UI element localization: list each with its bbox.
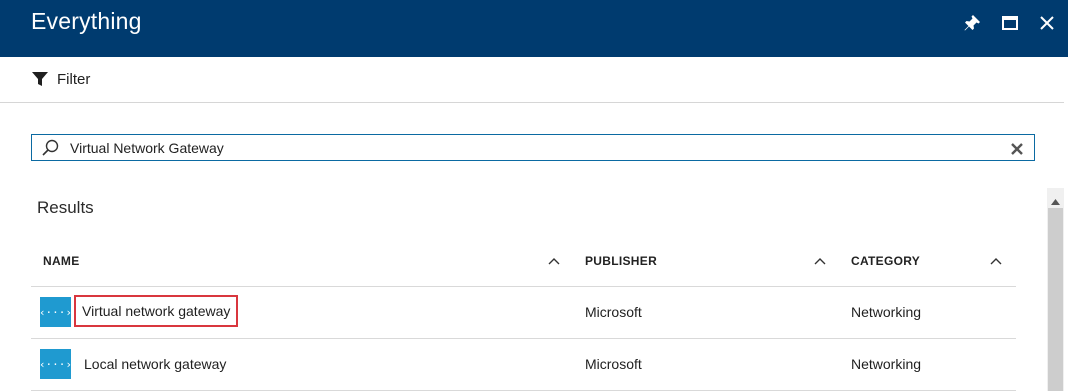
command-bar: Filter [0,57,1064,103]
local-network-gateway-icon: ‹···› [39,349,72,379]
clear-icon [1011,143,1023,155]
sort-name-button[interactable] [548,253,560,271]
result-category: Networking [851,304,922,320]
filter-button[interactable]: Filter [31,70,90,88]
blade-title: Everything [31,8,142,34]
column-header-publisher[interactable]: PUBLISHER [585,254,657,268]
filter-icon [31,70,49,88]
table-row[interactable]: ‹···› Virtual network gateway Microsoft … [31,287,1016,339]
results-heading: Results [37,198,94,217]
search-input[interactable] [70,138,990,158]
column-header-category[interactable]: CATEGORY [851,254,920,268]
result-name[interactable]: Local network gateway [84,356,226,372]
pin-button[interactable] [961,12,983,34]
chevron-up-icon [814,258,826,265]
table-row[interactable]: ‹···› Local network gateway Microsoft Ne… [31,339,1016,391]
maximize-icon [1002,16,1018,30]
maximize-button[interactable] [999,12,1021,34]
result-publisher: Microsoft [585,356,642,372]
close-icon [1040,16,1054,30]
blade-header: Everything [0,0,1068,57]
clear-search-button[interactable] [1011,142,1023,160]
table-header: NAME PUBLISHER CATEGORY [31,237,1016,287]
vertical-scrollbar[interactable] [1047,188,1064,391]
pin-icon [964,15,980,31]
sort-category-button[interactable] [990,253,1002,271]
sort-publisher-button[interactable] [814,253,826,271]
triangle-up-icon [1051,199,1060,205]
chevron-up-icon [548,258,560,265]
result-category: Networking [851,356,922,372]
results-table: NAME PUBLISHER CATEGORY ‹···› Virtual ne… [31,237,1016,391]
chevron-up-icon [990,258,1002,265]
column-header-name[interactable]: NAME [43,254,80,268]
virtual-network-gateway-icon: ‹···› [39,297,72,327]
result-name[interactable]: Virtual network gateway [73,295,239,327]
search-box[interactable] [31,134,1035,161]
search-icon [41,139,59,162]
result-publisher: Microsoft [585,304,642,320]
scrollbar-thumb[interactable] [1048,208,1063,391]
close-button[interactable] [1036,12,1058,34]
filter-label: Filter [57,70,91,88]
